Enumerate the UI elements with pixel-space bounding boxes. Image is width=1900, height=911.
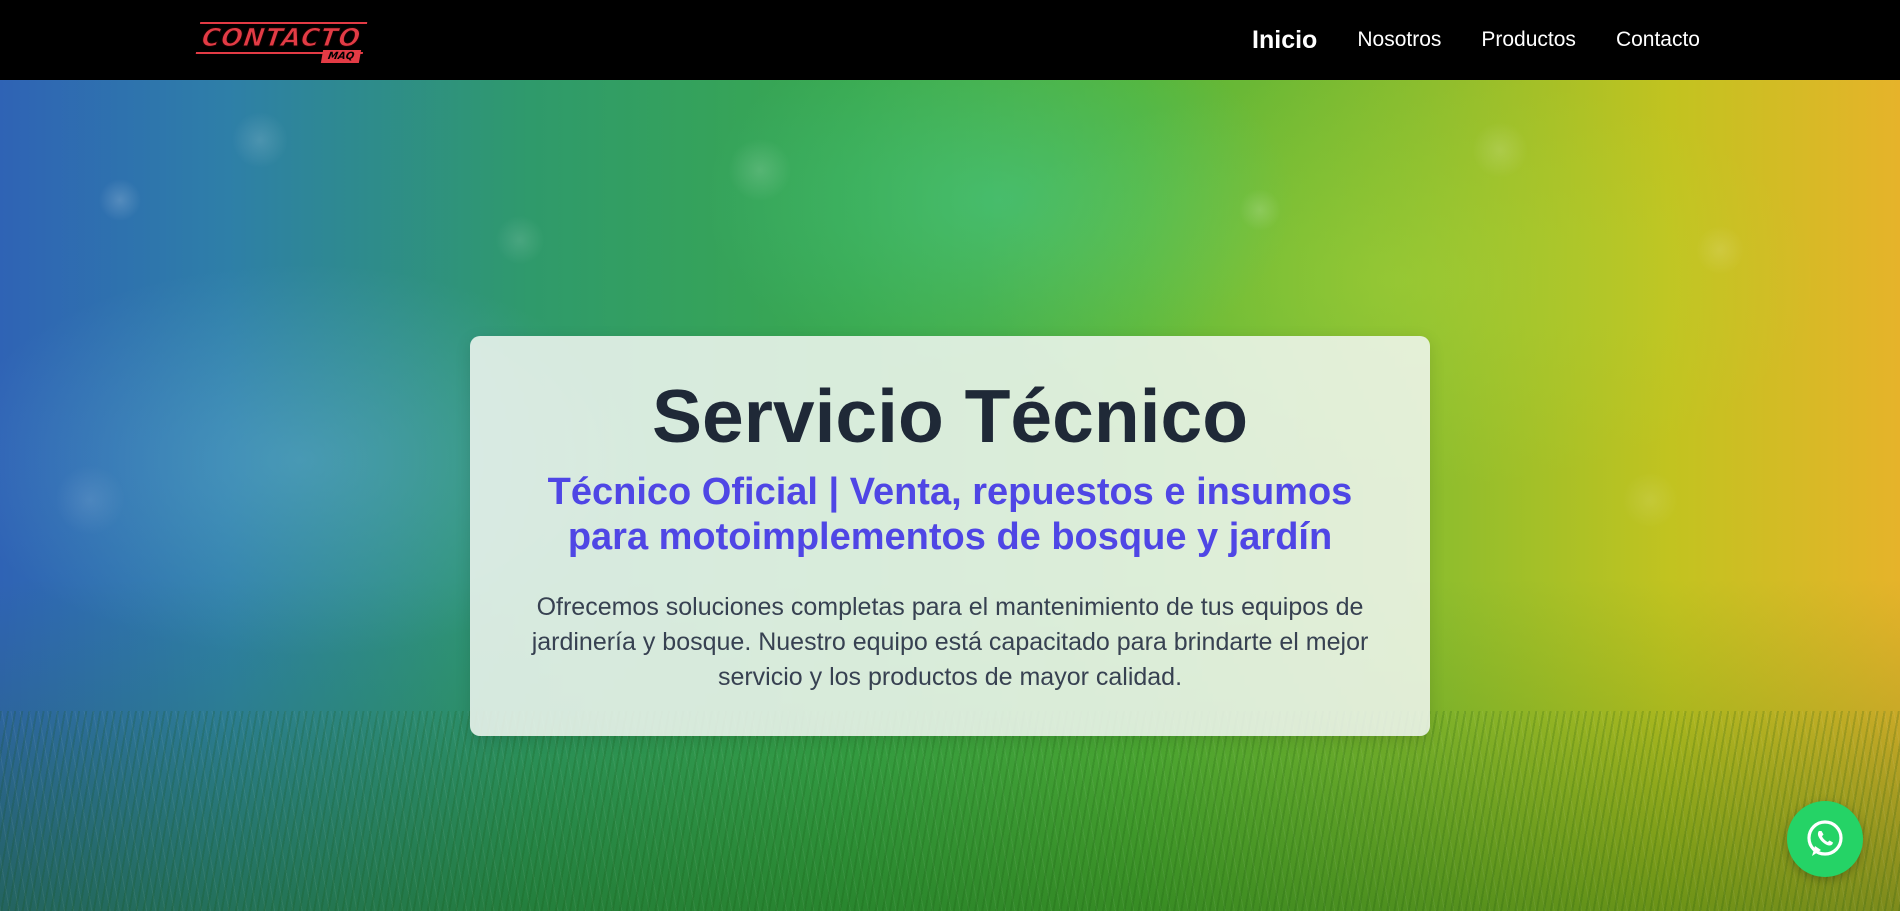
whatsapp-button[interactable]	[1787, 801, 1863, 877]
hero-background-grass	[0, 711, 1900, 911]
page: CONTACTO MAQ Inicio Nosotros Productos C…	[0, 0, 1900, 911]
top-navbar: CONTACTO MAQ Inicio Nosotros Productos C…	[0, 0, 1900, 80]
brand-logo[interactable]: CONTACTO MAQ	[195, 22, 368, 64]
hero-card: Servicio Técnico Técnico Oficial | Venta…	[470, 336, 1430, 736]
logo-sub-text: MAQ	[320, 50, 362, 63]
nav-link-productos[interactable]: Productos	[1481, 28, 1576, 52]
hero-description: Ofrecemos soluciones completas para el m…	[531, 593, 1369, 691]
main-nav: Inicio Nosotros Productos Contacto	[1252, 0, 1700, 80]
nav-link-contacto[interactable]: Contacto	[1616, 28, 1700, 52]
nav-link-inicio[interactable]: Inicio	[1252, 26, 1317, 55]
hero-subtitle: Técnico Oficial | Venta, repuestos e ins…	[547, 471, 1353, 558]
hero-title: Servicio Técnico	[651, 374, 1249, 458]
whatsapp-icon	[1807, 820, 1843, 856]
nav-link-nosotros[interactable]: Nosotros	[1357, 28, 1441, 52]
